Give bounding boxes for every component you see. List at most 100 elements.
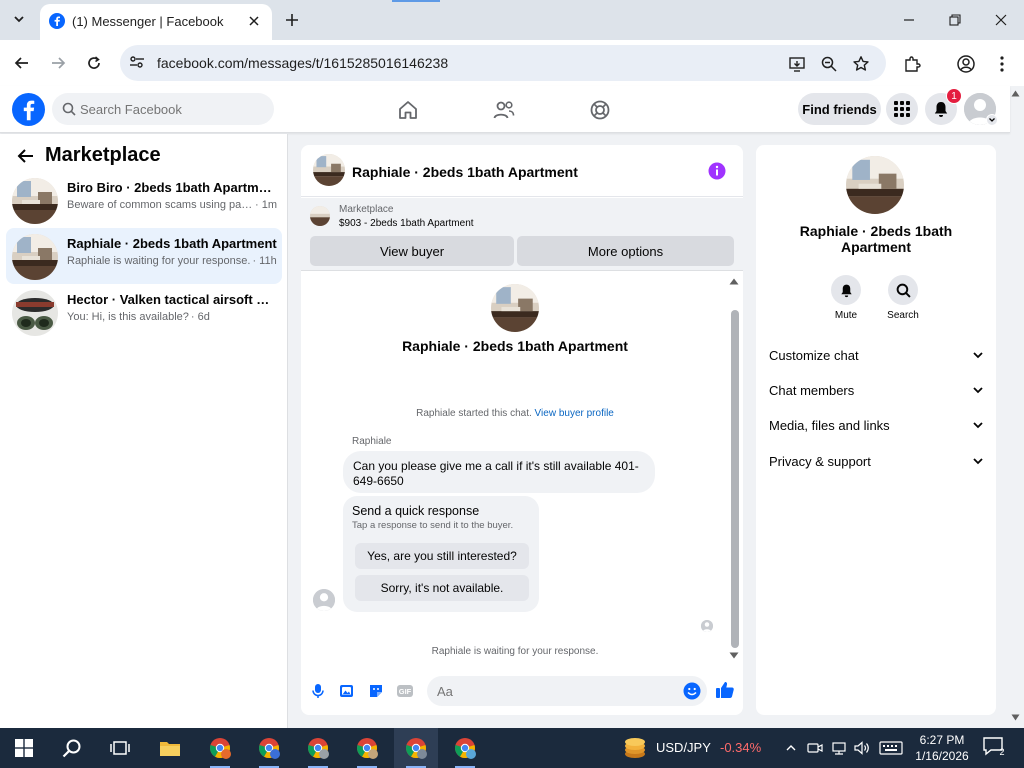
back-to-chats-button[interactable] (16, 146, 36, 166)
sticker-button[interactable] (366, 681, 386, 701)
chrome-profile-2-button[interactable] (247, 728, 291, 768)
menu-button[interactable] (886, 93, 918, 125)
search-icon (62, 102, 76, 116)
media-files-links-row[interactable]: Media, files and links (756, 410, 996, 440)
chrome-profile-1-button[interactable] (198, 728, 242, 768)
browser-tab-messenger[interactable]: (1) Messenger | Facebook (40, 4, 272, 40)
profile-icon[interactable] (955, 53, 977, 75)
start-button[interactable] (2, 728, 46, 768)
extensions-icon[interactable] (901, 53, 923, 75)
bell-icon (934, 102, 948, 117)
send-like-button[interactable] (715, 680, 735, 700)
task-view-button[interactable] (98, 728, 142, 768)
privacy-support-row[interactable]: Privacy & support (756, 446, 996, 476)
more-options-button[interactable]: More options (517, 236, 734, 266)
facebook-search-input[interactable] (80, 93, 266, 125)
chrome-profile-6-button[interactable] (443, 728, 487, 768)
install-app-icon[interactable] (787, 54, 807, 74)
facebook-logo-icon[interactable] (12, 93, 45, 126)
meet-now-icon[interactable] (805, 738, 825, 758)
conversation-preview: Raphiale is waiting for your response. ·… (67, 255, 277, 267)
view-buyer-button[interactable]: View buyer (310, 236, 514, 266)
notification-center-button[interactable]: 2 (982, 736, 1008, 760)
chat-scroll-down-arrow[interactable] (729, 652, 739, 659)
chat-avatar[interactable] (313, 154, 345, 186)
home-nav-button[interactable] (395, 97, 421, 123)
browser-menu-icon[interactable] (991, 53, 1013, 75)
grid-menu-icon (894, 101, 910, 117)
address-bar[interactable]: facebook.com/messages/t/1615285016146238 (120, 45, 886, 81)
customize-chat-row[interactable]: Customize chat (756, 340, 996, 370)
conversation-item-active[interactable]: Raphiale · 2beds 1bath Apartment Raphial… (6, 228, 282, 284)
volume-icon[interactable] (852, 738, 872, 758)
chat-scroll-up-arrow[interactable] (729, 278, 739, 285)
listing-thumbnail-icon[interactable] (310, 206, 330, 226)
reload-button[interactable] (83, 52, 105, 74)
message-thread: Raphiale · 2beds 1bath Apartment Raphial… (301, 272, 743, 662)
listing-title[interactable]: $903 - 2beds 1bath Apartment (339, 218, 474, 229)
tab-loading-accent (392, 0, 440, 2)
gaming-nav-button[interactable] (587, 97, 613, 123)
microphone-icon (312, 684, 324, 698)
view-buyer-profile-link[interactable]: View buyer profile (535, 408, 614, 419)
conversation-item[interactable]: Hector · Valken tactical airsoft gog... … (6, 284, 282, 340)
url-text[interactable]: facebook.com/messages/t/1615285016146238 (157, 55, 448, 71)
new-tab-button[interactable] (282, 10, 302, 30)
forward-button[interactable] (47, 52, 69, 74)
account-caret[interactable] (986, 114, 998, 126)
message-input[interactable] (437, 676, 677, 706)
zoom-icon[interactable] (819, 54, 839, 74)
chat-started-text: Raphiale started this chat. (416, 408, 532, 419)
file-explorer-button[interactable] (148, 728, 192, 768)
mute-button[interactable]: Mute (821, 275, 871, 321)
conversation-item[interactable]: Biro Biro · 2beds 1bath Apartment Beware… (6, 172, 282, 228)
quick-response-sorry-button[interactable]: Sorry, it's not available. (355, 575, 529, 601)
page-scroll-up-arrow[interactable] (1011, 90, 1020, 97)
tab-search-dropdown[interactable] (8, 8, 30, 30)
quick-response-yes-button[interactable]: Yes, are you still interested? (355, 543, 529, 569)
chevron-down-icon (972, 384, 984, 396)
chrome-profile-3-button[interactable] (296, 728, 340, 768)
show-hidden-icons-button[interactable] (781, 738, 801, 758)
system-clock[interactable]: 6:27 PM 1/16/2026 (910, 732, 974, 764)
sender-name: Raphiale (352, 436, 392, 447)
close-window-button[interactable] (989, 8, 1013, 32)
ticker-name[interactable]: USD/JPY (656, 740, 711, 755)
tab-close-button[interactable] (246, 13, 262, 29)
chrome-icon (210, 738, 231, 759)
taskbar-search-button[interactable] (50, 728, 94, 768)
facebook-search-box[interactable] (52, 93, 274, 125)
page-scroll-down-arrow[interactable] (1011, 714, 1020, 721)
voice-clip-button[interactable] (308, 681, 328, 701)
network-icon[interactable] (829, 738, 849, 758)
search-in-conversation-button[interactable]: Search (878, 275, 928, 321)
keyboard-icon[interactable] (878, 738, 904, 758)
minimize-button[interactable] (897, 8, 921, 32)
conversation-message: You: Hi, is this available? (67, 311, 189, 323)
attach-photo-button[interactable] (337, 681, 357, 701)
chat-title[interactable]: Raphiale · 2beds 1bath Apartment (352, 164, 578, 180)
message-input-box[interactable] (427, 676, 707, 706)
info-avatar (846, 156, 904, 214)
currency-coins-icon[interactable] (622, 736, 648, 760)
chat-scrollbar-thumb[interactable] (731, 310, 739, 648)
thumbs-up-icon (716, 682, 734, 698)
conversation-info-button[interactable] (708, 162, 726, 180)
conversation-time: · 6d (190, 311, 210, 323)
bookmark-star-icon[interactable] (851, 54, 871, 74)
chrome-profile-4-button[interactable] (345, 728, 389, 768)
friends-nav-button[interactable] (491, 97, 517, 123)
emoji-button[interactable] (683, 682, 701, 700)
chrome-profile-5-button-active[interactable] (394, 728, 438, 768)
ticker-change[interactable]: -0.34% (720, 740, 761, 755)
search-label: Search (887, 310, 919, 321)
site-info-icon[interactable] (128, 53, 146, 71)
back-button[interactable] (11, 52, 33, 74)
marketplace-listing-bar: Marketplace $903 - 2beds 1bath Apartment… (301, 198, 743, 271)
restore-button[interactable] (943, 8, 967, 32)
triangle-down-icon (729, 652, 739, 659)
find-friends-button[interactable]: Find friends (798, 93, 881, 125)
gif-button[interactable]: GIF (395, 681, 415, 701)
incoming-message[interactable]: Can you please give me a call if it's st… (343, 451, 655, 493)
chat-members-row[interactable]: Chat members (756, 375, 996, 405)
